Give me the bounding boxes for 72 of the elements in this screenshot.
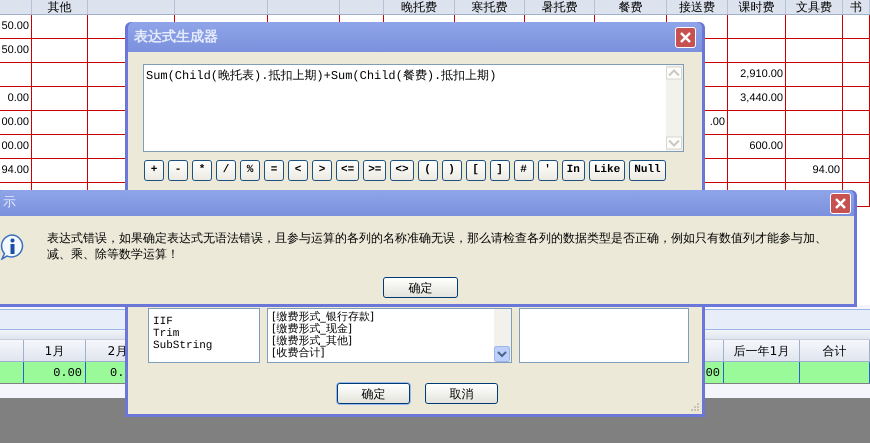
- function-list[interactable]: IIF Trim SubString: [148, 308, 260, 363]
- operator-button[interactable]: #: [514, 160, 534, 181]
- scrollbar[interactable]: [666, 65, 683, 151]
- close-icon: [834, 196, 847, 210]
- table-cell-text: 0.00: [53, 364, 82, 382]
- column-header: 2月: [108, 342, 128, 360]
- close-icon: [679, 30, 692, 44]
- table-cell-text: 50.00: [1, 43, 29, 58]
- operator-button[interactable]: ): [442, 160, 462, 181]
- close-button[interactable]: [830, 192, 851, 214]
- list-box[interactable]: [519, 308, 689, 363]
- operator-button[interactable]: (: [418, 160, 438, 181]
- table-cell-text: 00.00: [1, 115, 29, 130]
- list-item[interactable]: [缴费形式_其他]: [272, 335, 494, 347]
- table-cell-text: 3,440.00: [740, 91, 783, 106]
- column-header: 寒托费: [472, 1, 508, 14]
- close-button[interactable]: [675, 26, 696, 48]
- window-title: 表达式生成器: [134, 28, 218, 46]
- operator-button[interactable]: <: [288, 160, 308, 181]
- table-cell-text: 0.00: [8, 91, 29, 106]
- column-header: 文具费: [796, 1, 832, 14]
- operator-button[interactable]: Null: [629, 160, 666, 181]
- list-item[interactable]: IIF: [153, 316, 259, 328]
- operator-button[interactable]: >=: [363, 160, 386, 181]
- scroll-down-icon[interactable]: [494, 346, 510, 362]
- operator-button[interactable]: ': [538, 160, 558, 181]
- operator-button[interactable]: ]: [490, 160, 510, 181]
- table-cell-text: 600.00: [749, 139, 783, 154]
- column-header: 书: [850, 1, 862, 14]
- field-list[interactable]: [缴费形式_银行存款] [缴费形式_现金] [缴费形式_其他] [收费合计]: [267, 308, 512, 363]
- table-cell-text: 50.00: [1, 19, 29, 34]
- operator-button[interactable]: <>: [390, 160, 414, 181]
- operator-button[interactable]: -: [168, 160, 188, 181]
- table-cell-text: 0.: [110, 364, 124, 382]
- table-cell-text: 94.00: [812, 163, 840, 178]
- table-cell-text: 00.00: [1, 139, 29, 154]
- column-header: 课时费: [738, 1, 774, 14]
- column-header: 后一年1月: [734, 342, 790, 360]
- operator-button[interactable]: /: [216, 160, 236, 181]
- column-header: 暑托费: [542, 1, 578, 14]
- table-cell-text: .00: [710, 115, 725, 130]
- column-header: 晚托费: [401, 1, 437, 14]
- list-item[interactable]: [缴费形式_银行存款]: [272, 311, 494, 323]
- operator-button[interactable]: [: [466, 160, 486, 181]
- resize-grip-icon[interactable]: [690, 402, 700, 412]
- operator-button[interactable]: +: [144, 160, 164, 181]
- list-item[interactable]: [缴费形式_现金]: [272, 323, 494, 335]
- dialog-button[interactable]: 取消: [425, 383, 498, 404]
- info-icon: [0, 234, 25, 260]
- column-header: 接送费: [679, 1, 715, 14]
- operator-button[interactable]: Like: [588, 160, 626, 181]
- table-cell-text: 94.00: [1, 163, 29, 178]
- operator-button[interactable]: %: [240, 160, 260, 181]
- dialog-button[interactable]: 确定: [383, 277, 458, 298]
- expression-field[interactable]: Sum(Child(晚托表).抵扣上期)+Sum(Child(餐费).抵扣上期): [143, 64, 684, 152]
- table-cell-text: 00: [706, 364, 720, 382]
- message-text: 表达式错误，如果确定表达式无语法错误，且参与运算的各列的名称准确无误，那么请检查各列的数据类型是否正确，例如只有数值列才能参与加、减、乘、除等数学运算！: [47, 230, 828, 262]
- operator-button[interactable]: >: [312, 160, 332, 181]
- list-item[interactable]: Trim: [153, 328, 259, 340]
- table-cell-text: 2,910.00: [740, 67, 783, 82]
- operator-button[interactable]: In: [562, 160, 585, 181]
- column-header: 1月: [44, 342, 64, 360]
- column-header: 餐费: [618, 1, 642, 14]
- column-header: 其他: [48, 1, 72, 14]
- window-title: 示: [3, 194, 16, 212]
- list-item[interactable]: [收费合计]: [272, 347, 494, 359]
- operator-button[interactable]: *: [192, 160, 212, 181]
- list-item[interactable]: SubString: [153, 340, 259, 352]
- operator-button[interactable]: <=: [336, 160, 360, 181]
- dialog-button[interactable]: 确定: [337, 383, 410, 404]
- operator-button[interactable]: =: [264, 160, 284, 181]
- column-header: 合计: [822, 342, 846, 360]
